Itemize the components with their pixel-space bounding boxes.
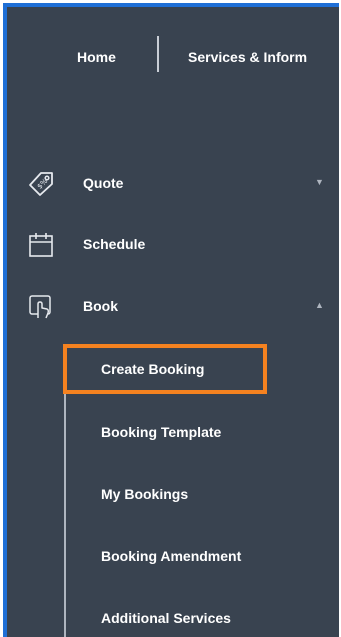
submenu-booking-template[interactable]: Booking Template	[101, 424, 221, 448]
tag-icon: $%	[28, 171, 54, 197]
hand-pointer-icon	[28, 294, 54, 320]
menu-item-quote[interactable]: $% Quote ▼	[7, 167, 339, 201]
menu-item-label: Quote	[83, 175, 124, 191]
nav-divider	[157, 36, 159, 72]
highlight-box	[63, 344, 267, 394]
chevron-up-icon[interactable]: ▲	[315, 300, 324, 310]
top-navigation: Home Services & Inform	[7, 25, 339, 85]
nav-home-link[interactable]: Home	[77, 49, 116, 65]
submenu-guide-line	[64, 367, 66, 637]
submenu-additional-services[interactable]: Additional Services	[101, 610, 231, 634]
menu-item-label: Schedule	[83, 236, 146, 252]
calendar-icon	[28, 232, 54, 258]
submenu-my-bookings[interactable]: My Bookings	[101, 486, 188, 510]
chevron-down-icon[interactable]: ▼	[315, 177, 324, 187]
menu-item-label: Book	[83, 298, 118, 314]
submenu-booking-amendment[interactable]: Booking Amendment	[101, 548, 241, 572]
menu-item-schedule[interactable]: Schedule	[7, 228, 339, 262]
menu-item-book[interactable]: Book ▲	[7, 290, 339, 324]
sidebar-panel: Home Services & Inform $% Quote ▼ Schedu…	[3, 3, 339, 637]
nav-services-link[interactable]: Services & Inform	[188, 49, 307, 65]
